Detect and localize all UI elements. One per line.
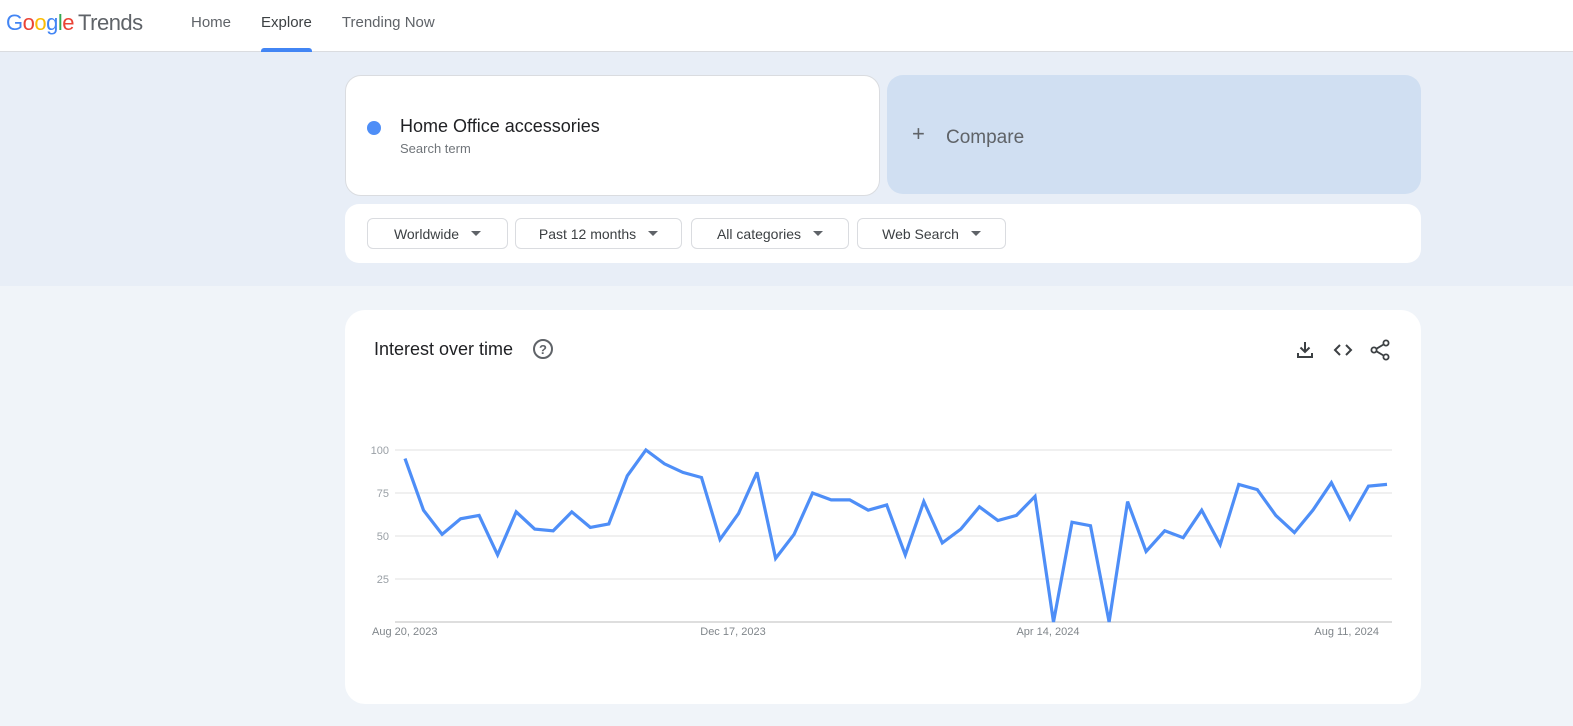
caret-down-icon: [471, 231, 482, 236]
interest-over-time-chart: 25 50 75 100 Aug 20, 2023 Dec 17, 2023 Apr 14…: [371, 445, 1392, 638]
top-header: Google Trends Home Explore Trending Now: [0, 0, 1573, 52]
y-tick-label-50: 50: [377, 531, 389, 543]
caret-down-icon: [648, 231, 659, 236]
search-term-name[interactable]: Home Office accessories: [400, 116, 600, 137]
share-icon[interactable]: [1368, 338, 1392, 362]
logo-letter: o: [34, 10, 47, 35]
logo-letter: e: [62, 10, 75, 35]
filter-label: Past 12 months: [538, 225, 637, 242]
x-tick-label: Dec 17, 2023: [700, 626, 765, 638]
search-term-type: Search term: [400, 141, 471, 156]
logo-product-name: Trends: [78, 10, 143, 35]
compare-label: Compare: [946, 127, 1025, 148]
x-tick-label: Apr 14, 2024: [1016, 626, 1079, 638]
x-tick-label: Aug 20, 2023: [372, 626, 437, 638]
category-filter-dropdown[interactable]: All categories: [691, 218, 849, 249]
google-trends-logo[interactable]: Google Trends: [6, 10, 143, 36]
embed-code-icon[interactable]: [1331, 338, 1355, 362]
nav-trending-now[interactable]: Trending Now: [331, 0, 446, 52]
main-nav: Home Explore Trending Now: [180, 0, 454, 52]
search-type-filter-dropdown[interactable]: Web Search: [857, 218, 1006, 249]
filter-label: All categories: [716, 225, 802, 242]
nav-explore[interactable]: Explore: [250, 0, 323, 52]
interest-over-time-card: 25 50 75 100 Aug 20, 2023 Dec 17, 2023 Apr 14…: [345, 310, 1421, 704]
logo-letter: o: [22, 10, 35, 35]
compare-button[interactable]: + Compare: [887, 75, 1421, 194]
chart-title: Interest over time: [374, 339, 514, 359]
y-tick-label-75: 75: [377, 488, 389, 500]
x-tick-label: Aug 11, 2024: [1314, 626, 1379, 638]
plus-icon: +: [912, 121, 925, 146]
location-filter-dropdown[interactable]: Worldwide: [367, 218, 508, 249]
logo-letter: G: [6, 10, 23, 35]
y-tick-label-100: 100: [371, 445, 389, 457]
help-icon[interactable]: ?: [533, 339, 553, 359]
caret-down-icon: [970, 231, 981, 236]
caret-down-icon: [813, 231, 824, 236]
logo-letter: g: [46, 10, 58, 35]
filter-label: Web Search: [882, 225, 959, 242]
nav-home[interactable]: Home: [180, 0, 242, 52]
y-tick-label-25: 25: [377, 574, 389, 586]
search-term-card[interactable]: Home Office accessories Search term: [345, 75, 880, 196]
filter-label: Worldwide: [393, 225, 460, 242]
time-range-filter-dropdown[interactable]: Past 12 months: [515, 218, 682, 249]
filter-bar: Worldwide Past 12 months All categories …: [345, 204, 1421, 263]
download-icon[interactable]: [1293, 338, 1317, 362]
series-color-dot: [367, 121, 381, 135]
